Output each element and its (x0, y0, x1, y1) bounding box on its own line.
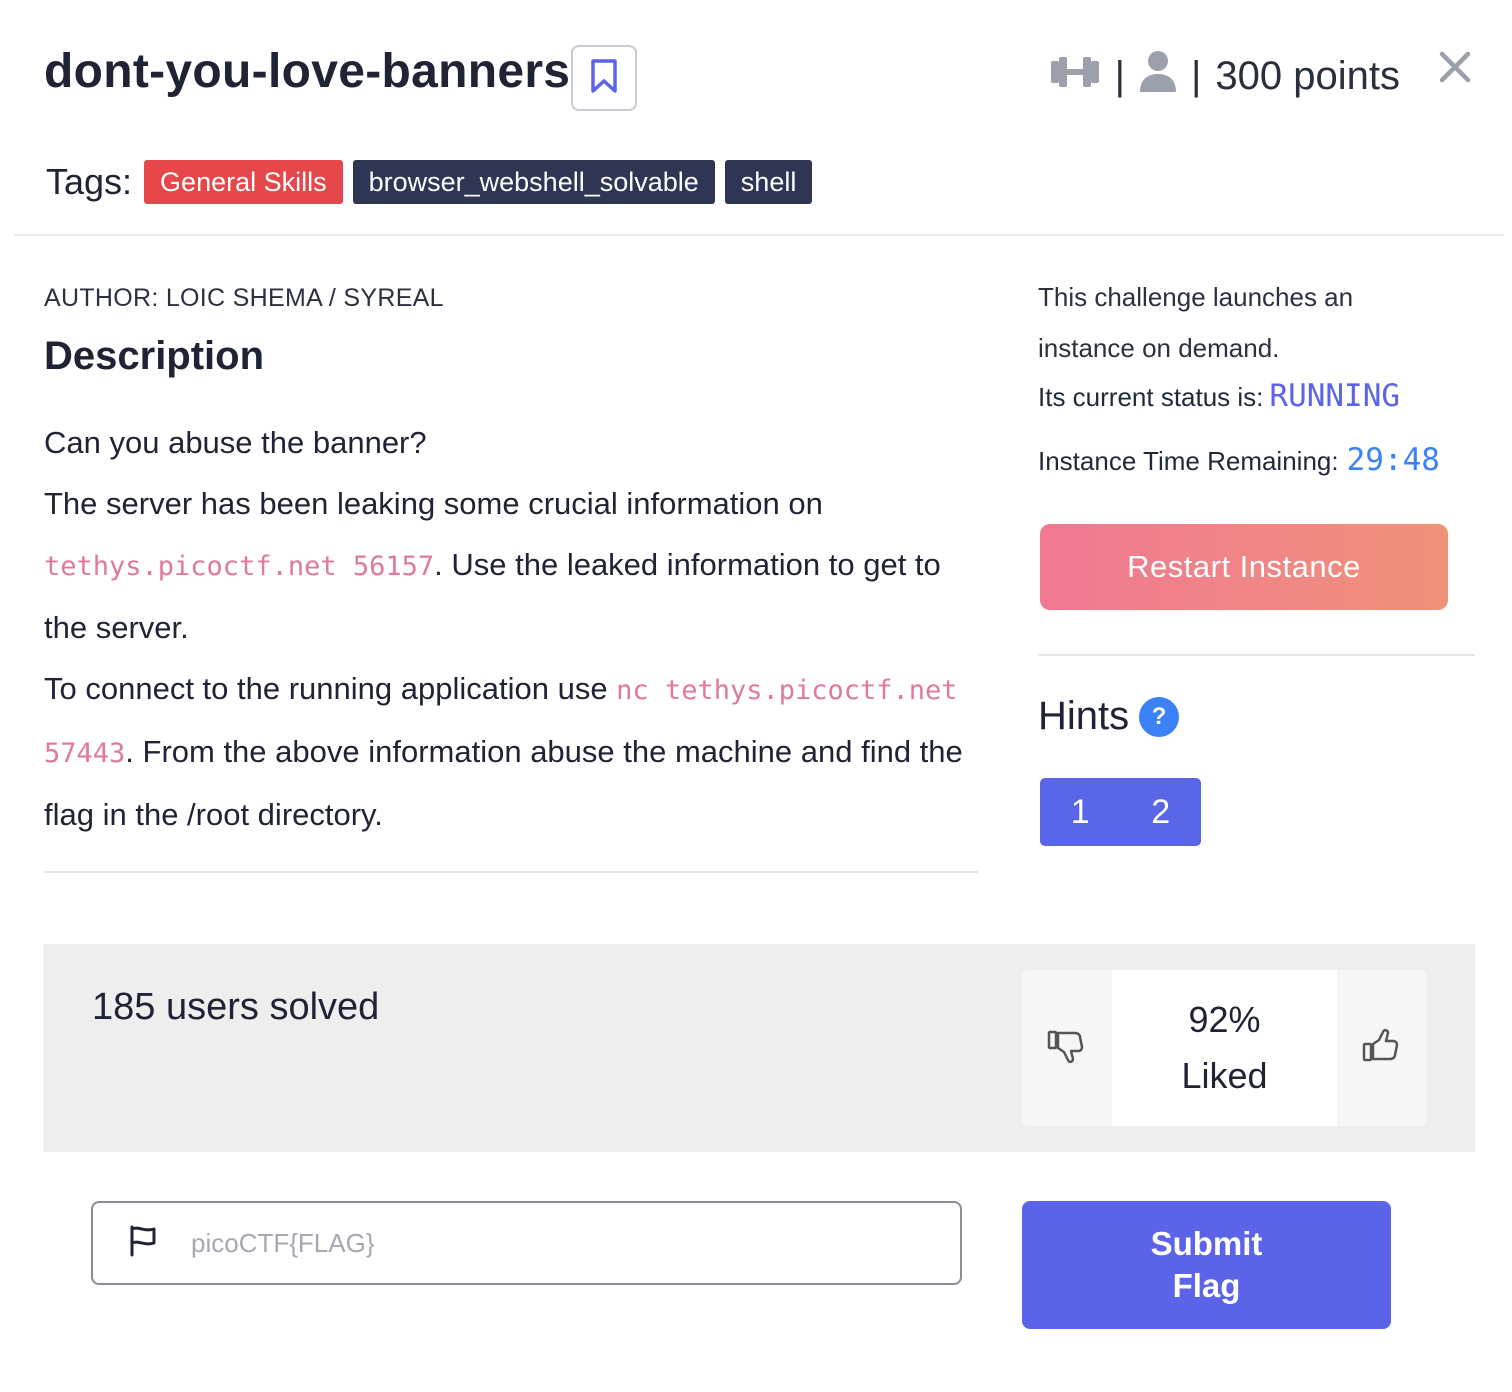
description-divider (44, 871, 978, 873)
status-value: RUNNING (1269, 378, 1401, 414)
tag-shell[interactable]: shell (724, 160, 813, 204)
sidebar-divider (1038, 654, 1475, 656)
liked-summary: 92% Liked (1112, 970, 1337, 1126)
time-label: Instance Time Remaining: (1038, 446, 1339, 476)
description-heading: Description (44, 334, 265, 378)
submit-flag-button[interactable]: Submit Flag (1022, 1201, 1391, 1329)
instance-panel: This challenge launches an instance on d… (1038, 272, 1478, 478)
hint-button-2[interactable]: 2 (1121, 778, 1202, 846)
author-label: AUTHOR: LOIC SHEMA / SYREAL (44, 284, 444, 312)
restart-instance-button[interactable]: Restart Instance (1040, 524, 1448, 610)
stats-panel: 185 users solved 92% Liked (43, 944, 1475, 1152)
hints-heading: Hints ? (1038, 694, 1180, 739)
description-line: Can you abuse the banner? (44, 425, 427, 460)
thumbs-up-button[interactable] (1337, 970, 1427, 1126)
challenge-meta: | | 300 points (1049, 50, 1400, 102)
hints-title: Hints (1038, 694, 1130, 738)
submit-label: Submit Flag (1151, 1223, 1263, 1307)
bookmark-icon (589, 58, 619, 99)
bookmark-button[interactable] (571, 45, 637, 111)
flag-icon (127, 1225, 159, 1262)
challenge-title: dont-you-love-banners (44, 45, 571, 98)
description-body: Can you abuse the banner? The server has… (44, 412, 984, 845)
points-label: 300 points (1215, 53, 1400, 98)
description-paragraph: The server has been leaking some crucial… (44, 473, 984, 658)
liked-percent: 92% (1188, 999, 1261, 1040)
submit-label-line: Submit (1150, 1225, 1263, 1262)
server-address-code: tethys.picoctf.net 56157 (44, 551, 435, 582)
description-text: The server has been leaking some crucial… (44, 486, 823, 521)
help-icon[interactable]: ? (1139, 696, 1180, 737)
flag-input[interactable] (191, 1227, 951, 1259)
users-solved: 185 users solved (92, 986, 380, 1028)
instance-time: Instance Time Remaining: 29:48 (1038, 442, 1478, 478)
description-text: . From the above information abuse the m… (44, 734, 963, 832)
description-text: To connect to the running application us… (44, 671, 617, 706)
tag-browser-webshell-solvable[interactable]: browser_webshell_solvable (352, 160, 715, 204)
close-button[interactable] (1436, 50, 1474, 88)
tags-label: Tags: (46, 161, 133, 202)
user-icon (1139, 50, 1177, 102)
flag-field[interactable] (91, 1201, 962, 1285)
thumbs-up-icon (1362, 1028, 1402, 1069)
hint-button-1[interactable]: 1 (1040, 778, 1121, 846)
rating-widget: 92% Liked (1022, 970, 1427, 1126)
instance-info: This challenge launches an instance on d… (1038, 282, 1354, 363)
thumbs-down-icon (1047, 1028, 1087, 1069)
status-label: Its current status is: (1038, 382, 1264, 412)
tag-general-skills[interactable]: General Skills (144, 160, 343, 204)
instance-status: Its current status is: RUNNING (1038, 378, 1478, 414)
meta-separator: | (1191, 53, 1202, 98)
tags-row: Tags: General Skills browser_webshell_so… (46, 160, 813, 204)
submit-label-line: Flag (1172, 1267, 1241, 1304)
liked-label: Liked (1181, 1055, 1268, 1096)
thumbs-down-button[interactable] (1022, 970, 1112, 1126)
hints-button-group: 1 2 (1040, 778, 1201, 846)
close-icon (1439, 51, 1471, 88)
meta-separator: | (1114, 53, 1126, 98)
dumbbell-icon (1049, 54, 1101, 99)
description-paragraph: To connect to the running application us… (44, 658, 984, 845)
time-remaining: 29:48 (1346, 442, 1440, 478)
header-divider (14, 234, 1504, 236)
